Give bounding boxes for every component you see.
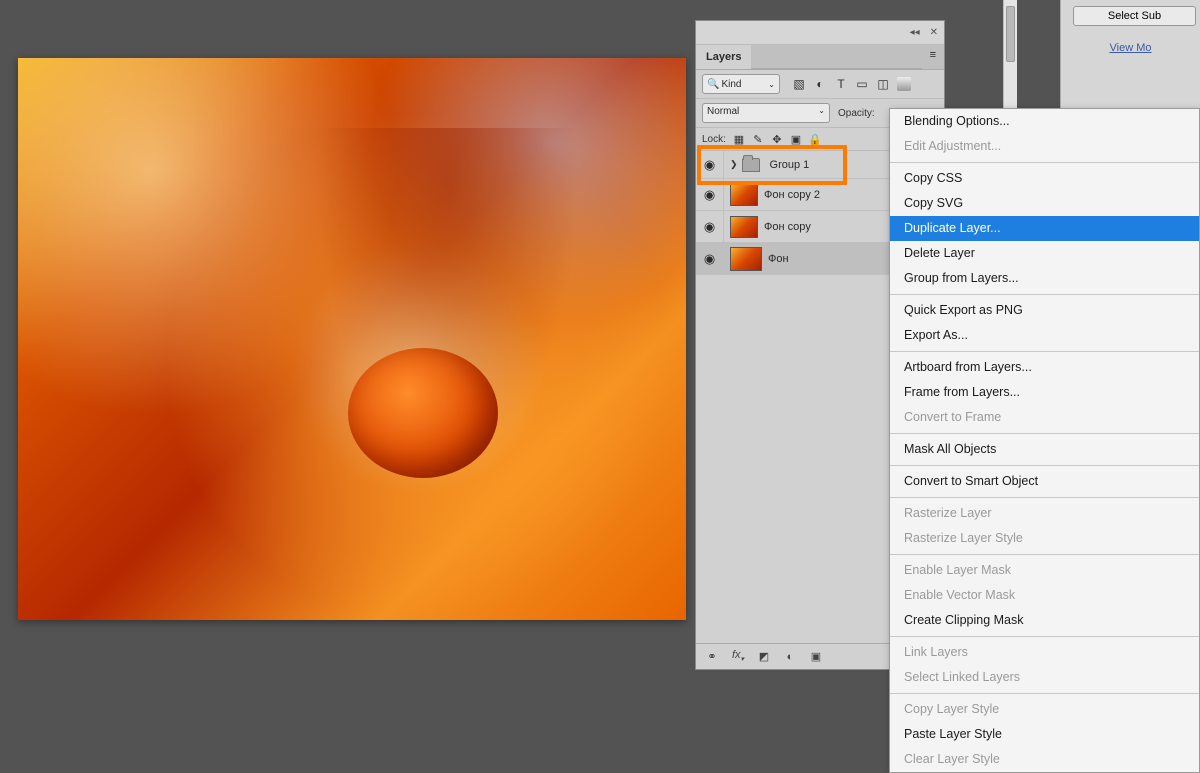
lock-transparency-icon[interactable]: ▦ <box>732 132 746 146</box>
opacity-label: Opacity: <box>838 108 875 119</box>
context-menu-item[interactable]: Blending Options... <box>890 109 1199 134</box>
context-menu-separator <box>890 294 1199 295</box>
group-expand-icon[interactable]: ❯ <box>730 159 738 170</box>
filter-text-icon[interactable]: T <box>834 77 848 91</box>
close-icon[interactable]: ✕ <box>930 27 938 38</box>
context-menu-item: Edit Adjustment... <box>890 134 1199 159</box>
filter-smart-icon[interactable]: ◫ <box>876 77 890 91</box>
context-menu-item[interactable]: Frame from Layers... <box>890 380 1199 405</box>
panel-header: ◂◂ ✕ <box>696 21 944 45</box>
context-menu-item: Copy Layer Style <box>890 697 1199 722</box>
context-menu-item[interactable]: Create Clipping Mask <box>890 608 1199 633</box>
lock-position-icon[interactable]: ✥ <box>770 132 784 146</box>
lock-label: Lock: <box>702 134 726 145</box>
filter-adjust-icon[interactable]: ◐ <box>813 77 827 91</box>
mask-icon[interactable]: ◩ <box>756 650 772 663</box>
layer-name[interactable]: Фон copy <box>764 221 811 233</box>
document-canvas[interactable] <box>18 58 686 620</box>
lock-paint-icon[interactable]: ✎ <box>751 132 765 146</box>
folder-icon <box>742 158 760 172</box>
group-new-icon[interactable]: ▣ <box>808 650 824 663</box>
context-menu-item: Link Layers <box>890 640 1199 665</box>
context-menu-item[interactable]: Copy CSS <box>890 166 1199 191</box>
visibility-toggle[interactable]: ◉ <box>696 179 724 210</box>
fx-icon[interactable]: fx▾ <box>730 649 746 663</box>
tab-gap <box>751 45 921 69</box>
filter-color-icon[interactable] <box>897 77 911 91</box>
context-menu: Blending Options...Edit Adjustment... Cop… <box>889 108 1200 773</box>
context-menu-item: Select Linked Layers <box>890 665 1199 690</box>
filter-type-icons: ▧ ◐ T ▭ ◫ <box>792 77 911 91</box>
layer-thumbnail[interactable] <box>730 247 762 271</box>
context-menu-item[interactable]: Group from Layers... <box>890 266 1199 291</box>
context-menu-item[interactable]: Delete Layer <box>890 241 1199 266</box>
context-menu-item[interactable]: Artboard from Layers... <box>890 355 1199 380</box>
lock-all-icon[interactable]: 🔒 <box>808 132 822 146</box>
visibility-toggle[interactable]: ◉ <box>696 211 724 242</box>
context-menu-item: Rasterize Layer Style <box>890 526 1199 551</box>
layer-thumbnail[interactable] <box>730 184 758 206</box>
search-icon: 🔍 <box>707 79 719 90</box>
context-menu-item[interactable]: Quick Export as PNG <box>890 298 1199 323</box>
context-menu-item[interactable]: Duplicate Layer... <box>890 216 1199 241</box>
context-menu-item: Enable Vector Mask <box>890 583 1199 608</box>
view-more-link[interactable]: View Mo <box>1061 42 1200 54</box>
context-menu-item[interactable]: Convert to Smart Object <box>890 469 1199 494</box>
context-menu-separator <box>890 693 1199 694</box>
context-menu-item[interactable]: Export As... <box>890 323 1199 348</box>
filter-shape-icon[interactable]: ▭ <box>855 77 869 91</box>
context-menu-separator <box>890 554 1199 555</box>
context-menu-item[interactable]: Copy SVG <box>890 191 1199 216</box>
scrollbar-thumb[interactable] <box>1006 6 1015 62</box>
context-menu-item[interactable]: Mask All Objects <box>890 437 1199 462</box>
collapse-icon[interactable]: ◂◂ <box>910 27 920 38</box>
blend-mode-select[interactable]: Normal ⌄ <box>702 103 830 123</box>
panel-menu-icon[interactable]: ≡ <box>922 45 944 69</box>
context-menu-separator <box>890 497 1199 498</box>
context-menu-separator <box>890 351 1199 352</box>
panel-tabs: Layers ≡ <box>696 45 944 70</box>
adjustment-layer-icon[interactable]: ◐ <box>782 651 798 663</box>
layer-thumbnail[interactable] <box>730 216 758 238</box>
context-menu-separator <box>890 433 1199 434</box>
lock-artboard-icon[interactable]: ▣ <box>789 132 803 146</box>
layer-name[interactable]: Фон copy 2 <box>764 189 820 201</box>
filter-row: 🔍 Kind ⌄ ▧ ◐ T ▭ ◫ <box>696 70 944 99</box>
chevron-down-icon: ⌄ <box>768 80 775 89</box>
context-menu-item: Convert to Frame <box>890 405 1199 430</box>
blend-mode-value: Normal <box>707 106 739 117</box>
canvas-pumpkin <box>348 348 498 478</box>
link-layers-icon[interactable]: ⚭ <box>704 650 720 663</box>
context-menu-separator <box>890 162 1199 163</box>
filter-kind-select[interactable]: 🔍 Kind ⌄ <box>702 74 780 94</box>
context-menu-item: Rasterize Layer <box>890 501 1199 526</box>
chevron-down-icon: ⌄ <box>818 106 825 115</box>
tab-layers[interactable]: Layers <box>696 45 751 69</box>
visibility-toggle[interactable]: ◉ <box>696 243 724 274</box>
context-menu-separator <box>890 636 1199 637</box>
context-menu-item: Enable Layer Mask <box>890 558 1199 583</box>
select-subject-button[interactable]: Select Sub <box>1073 6 1196 26</box>
context-menu-item: Clear Layer Style <box>890 747 1199 772</box>
visibility-toggle[interactable]: ◉ <box>696 151 724 178</box>
filter-pixel-icon[interactable]: ▧ <box>792 77 806 91</box>
context-menu-item[interactable]: Paste Layer Style <box>890 722 1199 747</box>
layer-name[interactable]: Фон <box>768 253 789 265</box>
layer-name[interactable]: Group 1 <box>770 159 810 171</box>
filter-kind-label: Kind <box>721 79 741 90</box>
context-menu-separator <box>890 465 1199 466</box>
